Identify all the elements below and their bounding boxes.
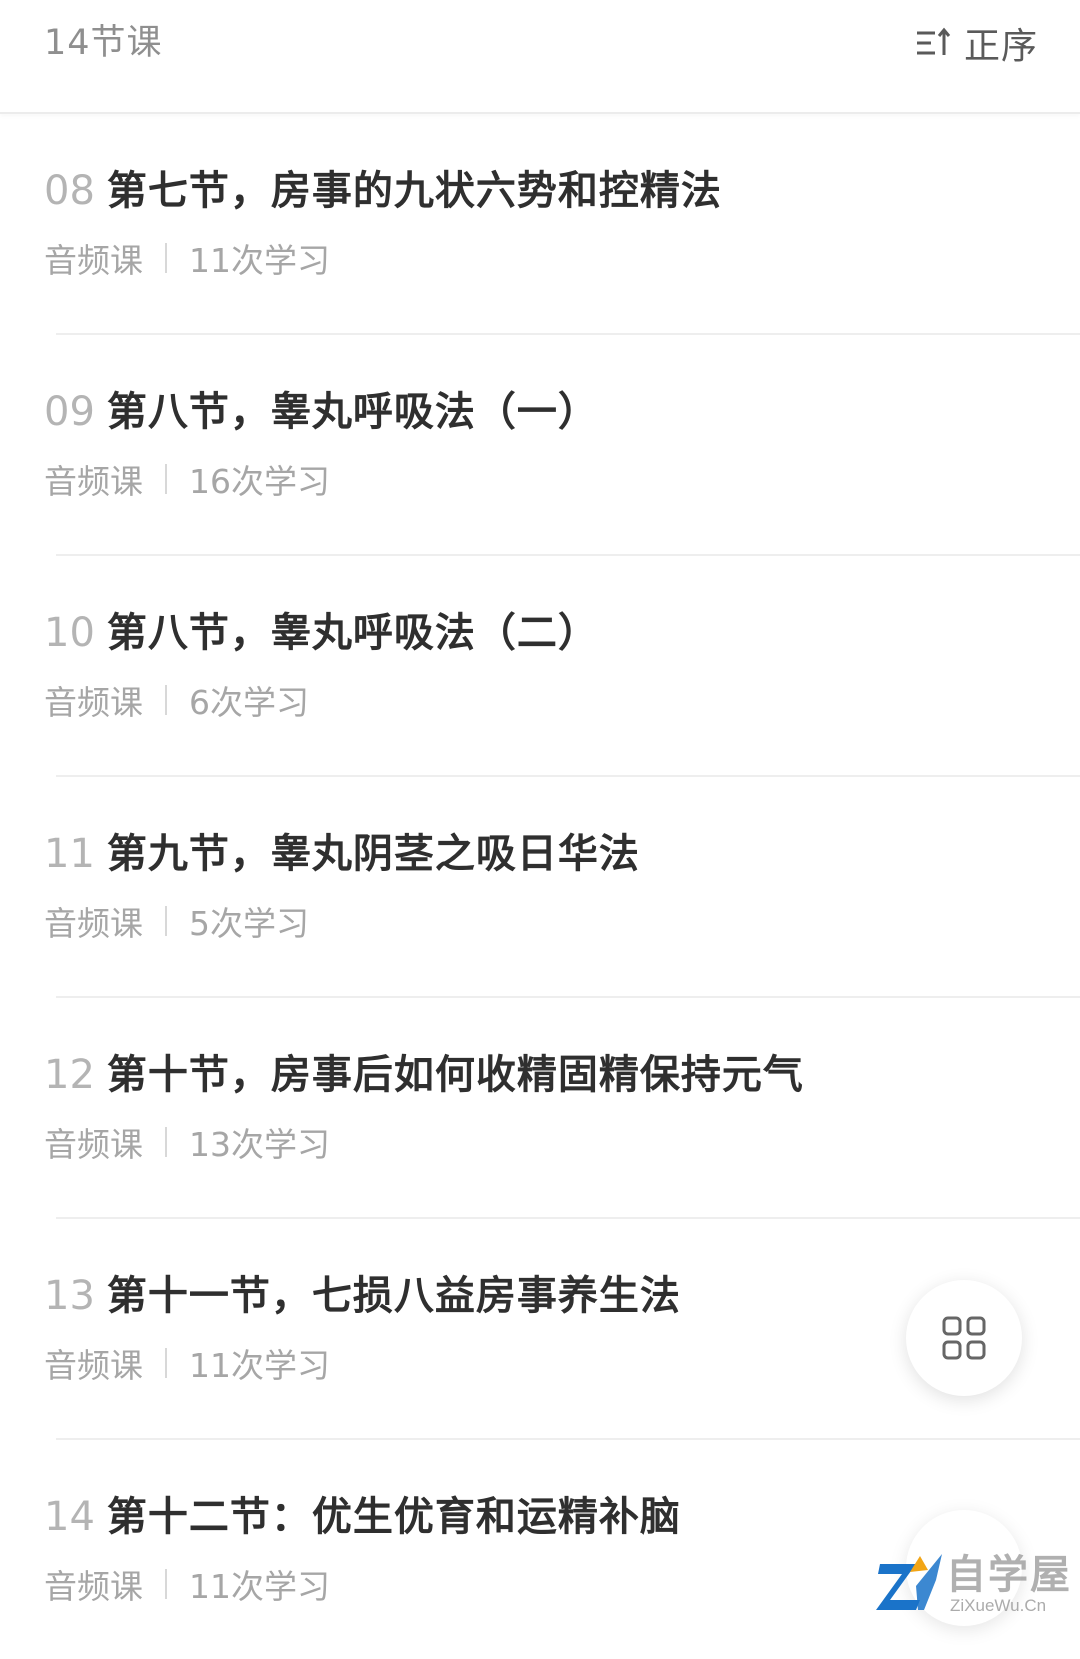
- lesson-views: 6次学习: [189, 683, 309, 722]
- lesson-item[interactable]: 08 第七节，房事的九状六势和控精法 音频课 11次学习: [44, 114, 1080, 335]
- watermark-text: 自学屋: [946, 1552, 1072, 1598]
- grid-icon: [942, 1316, 986, 1360]
- lesson-views: 11次学习: [189, 241, 330, 280]
- sort-order-button[interactable]: 正序: [914, 16, 1038, 70]
- meta-divider: [165, 1127, 167, 1157]
- lesson-views: 13次学习: [189, 1125, 330, 1164]
- lesson-meta: 音频课 6次学习: [44, 676, 309, 724]
- meta-divider: [165, 685, 167, 715]
- lesson-type: 音频课: [44, 1346, 143, 1385]
- lesson-type: 音频课: [44, 462, 143, 501]
- lesson-title-row: 11 第九节，睾丸阴茎之吸日华法: [44, 821, 640, 879]
- lesson-meta: 音频课 11次学习: [44, 1560, 330, 1608]
- lesson-type: 音频课: [44, 683, 143, 722]
- lesson-type: 音频课: [44, 1567, 143, 1606]
- lesson-index: 12: [44, 1052, 95, 1098]
- lesson-type: 音频课: [44, 1125, 143, 1164]
- grid-view-button[interactable]: [906, 1280, 1022, 1396]
- lesson-views: 11次学习: [189, 1346, 330, 1385]
- lesson-type: 音频课: [44, 241, 143, 280]
- meta-divider: [165, 906, 167, 936]
- lesson-title: 第九节，睾丸阴茎之吸日华法: [106, 831, 640, 877]
- lesson-item[interactable]: 09 第八节，睾丸呼吸法（一） 音频课 16次学习: [44, 335, 1080, 556]
- lesson-index: 11: [44, 831, 95, 877]
- lesson-item[interactable]: 10 第八节，睾丸呼吸法（二） 音频课 6次学习: [44, 556, 1080, 777]
- lesson-title: 第八节，睾丸呼吸法（一）: [106, 389, 599, 435]
- lesson-index: 13: [44, 1273, 95, 1319]
- lesson-title: 第十一节，七损八益房事养生法: [106, 1273, 681, 1319]
- lesson-meta: 音频课 13次学习: [44, 1118, 330, 1166]
- lesson-meta: 音频课 11次学习: [44, 234, 330, 282]
- site-watermark: 自学屋 ZiXueWu.Cn: [876, 1542, 1076, 1618]
- meta-divider: [165, 464, 167, 494]
- lesson-views: 16次学习: [189, 462, 330, 501]
- lesson-index: 08: [44, 168, 95, 214]
- lesson-meta: 音频课 5次学习: [44, 897, 309, 945]
- lesson-title: 第十二节：优生优育和运精补脑: [106, 1494, 681, 1540]
- lesson-list: 08 第七节，房事的九状六势和控精法 音频课 11次学习 09 第八节，睾丸呼吸…: [0, 114, 1080, 1659]
- meta-divider: [165, 1569, 167, 1599]
- lesson-index: 09: [44, 389, 95, 435]
- lesson-item[interactable]: 12 第十节，房事后如何收精固精保持元气 音频课 13次学习: [44, 998, 1080, 1219]
- meta-divider: [165, 243, 167, 273]
- lesson-title: 第七节，房事的九状六势和控精法: [106, 168, 722, 214]
- lesson-views: 11次学习: [189, 1567, 330, 1606]
- watermark-url: ZiXueWu.Cn: [950, 1596, 1047, 1615]
- lesson-title-row: 14 第十二节：优生优育和运精补脑: [44, 1484, 681, 1542]
- lesson-index: 14: [44, 1494, 95, 1540]
- sort-order-label: 正序: [963, 26, 1038, 67]
- list-header: 14节课 正序: [0, 0, 1080, 114]
- lesson-item[interactable]: 11 第九节，睾丸阴茎之吸日华法 音频课 5次学习: [44, 777, 1080, 998]
- lesson-index: 10: [44, 610, 95, 656]
- lesson-meta: 音频课 16次学习: [44, 455, 330, 503]
- lesson-title: 第十节，房事后如何收精固精保持元气: [106, 1052, 804, 1098]
- lesson-count: 14节课: [44, 23, 163, 63]
- lesson-title-row: 13 第十一节，七损八益房事养生法: [44, 1263, 681, 1321]
- watermark-logo-icon: [876, 1554, 942, 1610]
- lesson-title: 第八节，睾丸呼吸法（二）: [106, 610, 599, 656]
- sort-order-icon: [916, 27, 951, 55]
- lesson-title-row: 12 第十节，房事后如何收精固精保持元气: [44, 1042, 804, 1100]
- lesson-type: 音频课: [44, 904, 143, 943]
- lesson-title-row: 10 第八节，睾丸呼吸法（二）: [44, 600, 599, 658]
- lesson-title-row: 08 第七节，房事的九状六势和控精法: [44, 158, 722, 216]
- lesson-title-row: 09 第八节，睾丸呼吸法（一）: [44, 379, 599, 437]
- lesson-meta: 音频课 11次学习: [44, 1339, 330, 1387]
- meta-divider: [165, 1348, 167, 1378]
- lesson-views: 5次学习: [189, 904, 309, 943]
